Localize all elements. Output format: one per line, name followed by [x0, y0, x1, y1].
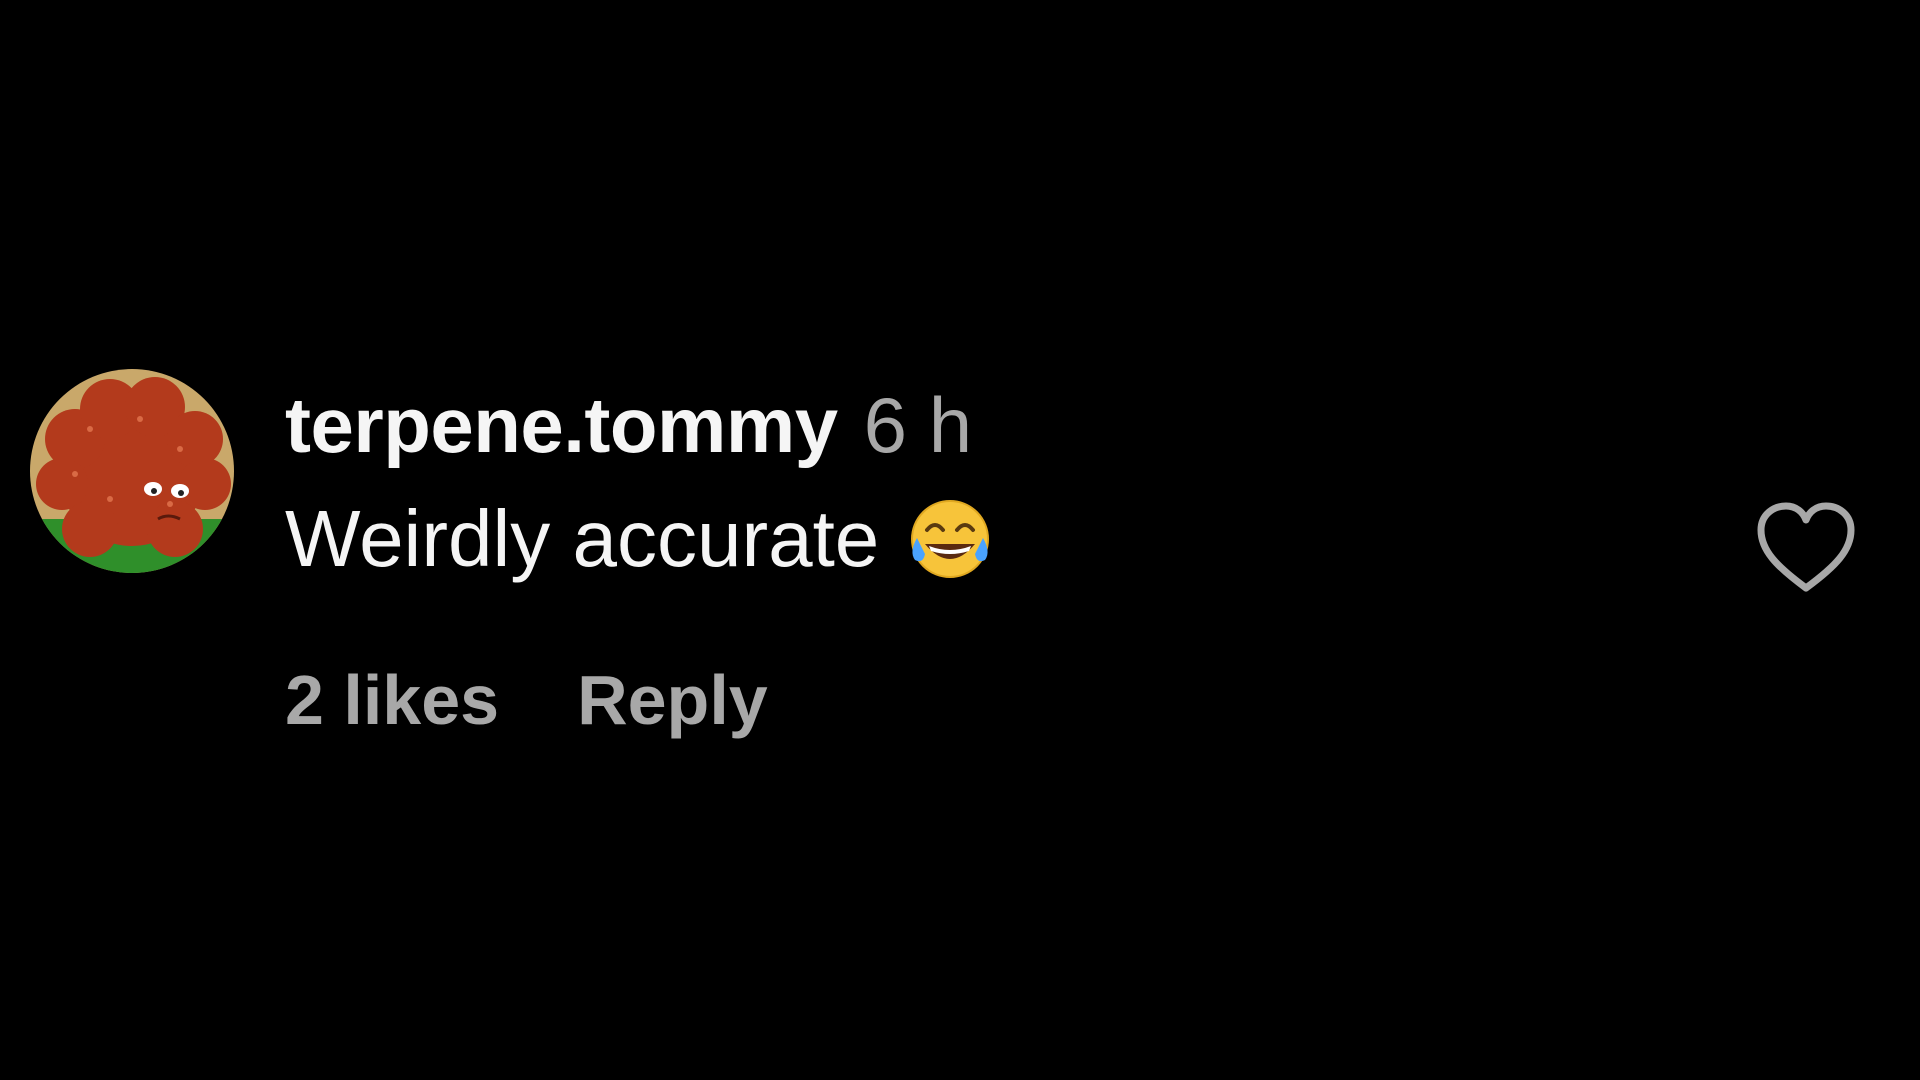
avatar[interactable] — [30, 369, 234, 573]
username-link[interactable]: terpene.tommy — [285, 380, 838, 471]
comment-header: terpene.tommy 6 h — [285, 380, 972, 471]
like-button[interactable] — [1756, 500, 1856, 596]
comment-text: Weirdly accurate — [285, 494, 880, 583]
face-with-tears-of-joy-icon — [905, 494, 995, 584]
heart-outline-icon — [1757, 502, 1855, 592]
comment-actions: 2 likes Reply — [285, 660, 768, 740]
likes-count-button[interactable]: 2 likes — [285, 660, 499, 740]
timestamp: 6 h — [863, 381, 973, 469]
comment-item: terpene.tommy 6 h Weirdly accurate 2 lik… — [0, 0, 1920, 1080]
avatar-image — [30, 369, 234, 573]
comment-body: Weirdly accurate — [285, 493, 995, 585]
reply-button[interactable]: Reply — [577, 660, 768, 740]
